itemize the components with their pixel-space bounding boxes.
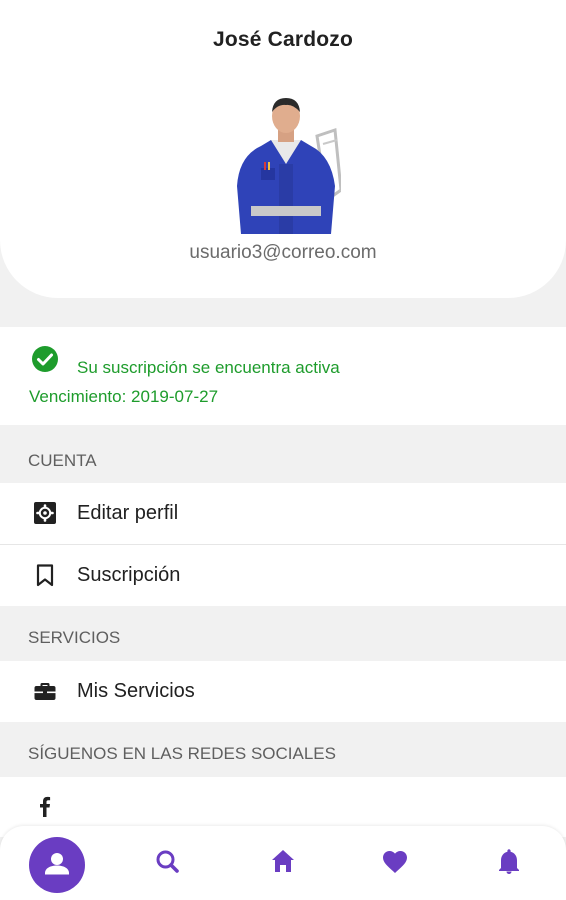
- profile-name: José Cardozo: [212, 28, 354, 51]
- menu-item-label: Suscripción: [77, 564, 181, 586]
- section-header-services: SERVICIOS: [28, 628, 121, 647]
- check-circle-icon: [32, 346, 58, 372]
- facebook-icon: [40, 796, 51, 817]
- bookmark-icon: [36, 564, 54, 587]
- heart-icon[interactable]: [373, 840, 417, 884]
- menu-item-my-services[interactable]: Mis Servicios: [0, 661, 566, 722]
- gear-square-icon: [34, 502, 56, 524]
- profile-icon: [45, 853, 69, 875]
- menu-item-subscription[interactable]: Suscripción: [0, 545, 566, 606]
- subscription-status-text: Su suscripción se encuentra activa: [77, 358, 340, 377]
- subscription-expiration: Vencimiento: 2019-07-27: [29, 387, 219, 406]
- menu-item-label: Editar perfil: [77, 502, 179, 524]
- section-header-social: SÍGUENOS EN LAS REDES SOCIALES: [28, 744, 336, 763]
- section-header-account: CUENTA: [28, 451, 97, 470]
- briefcase-icon: [34, 683, 56, 700]
- profile-email: usuario3@correo.com: [189, 242, 377, 263]
- bell-icon[interactable]: [487, 840, 531, 884]
- menu-item-edit-profile[interactable]: Editar perfil: [0, 483, 566, 544]
- menu-item-label: Mis Servicios: [77, 680, 195, 702]
- home-icon[interactable]: [261, 840, 305, 884]
- search-icon[interactable]: [146, 840, 190, 884]
- avatar: [237, 98, 341, 234]
- nav-profile-button[interactable]: [29, 837, 85, 893]
